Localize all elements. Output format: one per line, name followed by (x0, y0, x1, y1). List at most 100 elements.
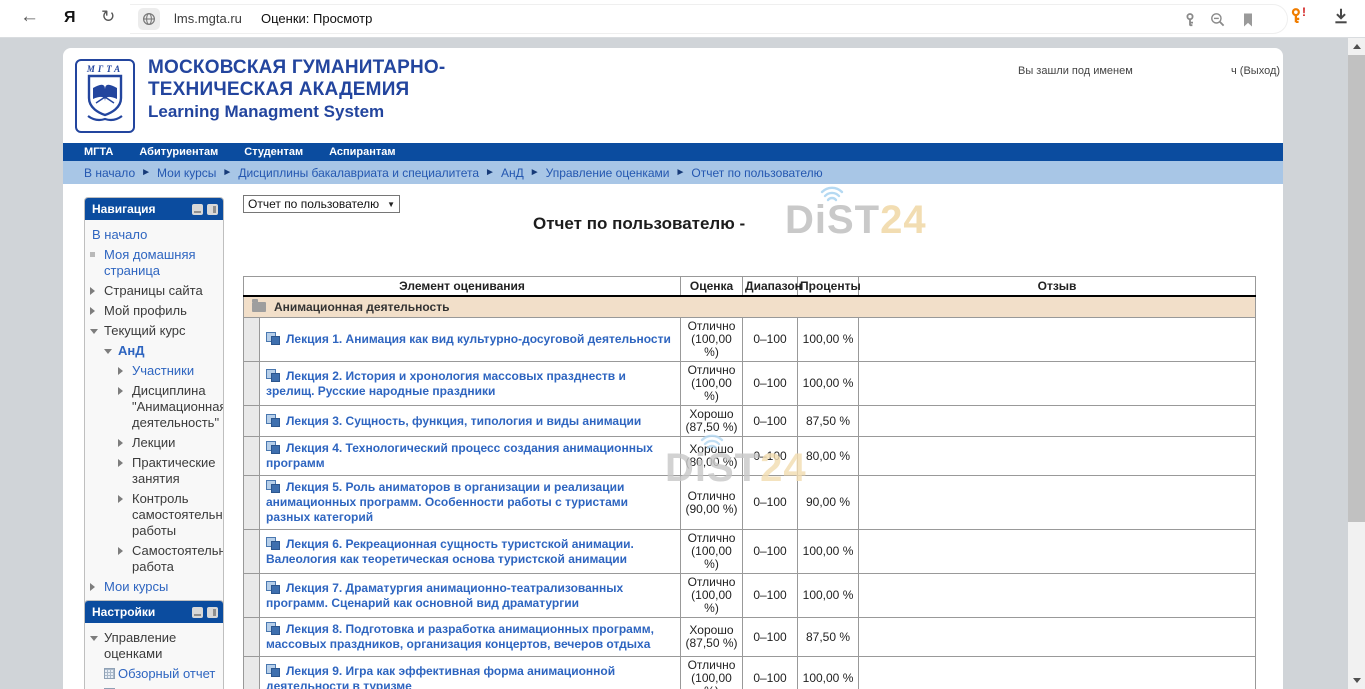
tree-collapsed-icon[interactable] (118, 367, 123, 375)
sidebar-tree-item[interactable]: Управление оценками (87, 630, 219, 662)
bullet-icon (90, 252, 95, 257)
block-dock-icon[interactable] (207, 204, 218, 215)
breadcrumb-link[interactable]: АнД (501, 166, 524, 180)
block-hide-icon[interactable] (192, 204, 203, 215)
yandex-icon[interactable]: Я (64, 9, 76, 27)
screen: ← Я ↻ lms.mgta.ru Оценки: Просмотр (0, 0, 1365, 689)
lesson-icon (266, 664, 280, 677)
academy-logo[interactable]: МГТА (75, 59, 135, 133)
grade-item-link[interactable]: Лекция 4. Технологический процесс создан… (266, 441, 653, 470)
grade-item-cell: Лекция 4. Технологический процесс создан… (260, 437, 681, 476)
sidebar-tree-item[interactable]: Текущий курс (87, 323, 219, 339)
tree-expanded-icon[interactable] (90, 636, 98, 641)
refresh-icon[interactable]: ↻ (101, 7, 115, 27)
breadcrumb-link[interactable]: Отчет по пользователю (691, 166, 822, 180)
tree-expanded-icon[interactable] (90, 329, 98, 334)
sidebar-tree-item[interactable]: Контроль самостоятельной работы (87, 491, 219, 539)
breadcrumb-separator: ► (141, 167, 151, 178)
grade-item-cell: Лекция 5. Роль аниматоров в организации … (260, 476, 681, 530)
logout-link[interactable]: ч (Выход) (1231, 65, 1280, 77)
password-alert-icon[interactable]: ! (1288, 7, 1306, 30)
grade-row: Лекция 2. История и хронология массовых … (244, 362, 1256, 406)
grade-item-link[interactable]: Лекция 7. Драматургия анимационно-театра… (266, 581, 623, 610)
sidebar-tree-item[interactable]: Мои курсы (87, 579, 219, 595)
breadcrumb-separator: ► (676, 167, 686, 178)
tree-collapsed-icon[interactable] (90, 583, 95, 591)
grade-row: Лекция 4. Технологический процесс создан… (244, 437, 1256, 476)
breadcrumb-link[interactable]: В начало (84, 166, 135, 180)
lesson-icon (266, 414, 280, 427)
main-navbar: МГТА Абитуриентам Студентам Аспирантам (63, 143, 1283, 161)
grade-value-cell: Отлично(100,00 %) (681, 318, 743, 362)
sidebar-tree-item[interactable]: Участники (87, 363, 219, 379)
grade-item-link[interactable]: Лекция 9. Игра как эффективная форма ани… (266, 664, 615, 689)
globe-icon (142, 12, 156, 26)
col-header-item: Элемент оценивания (244, 277, 681, 297)
grade-item-link[interactable]: Лекция 8. Подготовка и разработка анимац… (266, 622, 654, 651)
window-scrollbar[interactable] (1348, 38, 1365, 689)
nav-item-mgta[interactable]: МГТА (84, 146, 113, 158)
grade-item-link[interactable]: Лекция 6. Рекреационная сущность туристс… (266, 537, 634, 566)
chevron-down-icon: ▼ (387, 200, 395, 209)
block-hide-icon[interactable] (192, 607, 203, 618)
zoom-icon[interactable] (1210, 12, 1226, 28)
sidebar-tree-item[interactable]: АнД (87, 343, 219, 359)
percent-cell: 100,00 % (798, 318, 859, 362)
tree-collapsed-icon[interactable] (118, 439, 123, 447)
grade-value-cell: Хорошо(87,50 %) (681, 406, 743, 437)
tree-collapsed-icon[interactable] (118, 495, 123, 503)
address-bar[interactable]: lms.mgta.ru Оценки: Просмотр (130, 4, 1288, 34)
sidebar-tree-item[interactable]: Моя домашняя страница (87, 247, 219, 279)
breadcrumb-link[interactable]: Управление оценками (546, 166, 670, 180)
range-cell: 0–100 (743, 618, 798, 657)
nav-item-studentam[interactable]: Студентам (244, 146, 303, 158)
tree-collapsed-icon[interactable] (118, 387, 123, 395)
tree-collapsed-icon[interactable] (118, 547, 123, 555)
grade-value-cell: Отлично(100,00 %) (681, 530, 743, 574)
breadcrumb-link[interactable]: Дисциплины бакалавриата и специалитета (238, 166, 479, 180)
sidebar-tree-item[interactable]: Страницы сайта (87, 283, 219, 299)
bookmark-icon[interactable] (1240, 12, 1256, 28)
sidebar-item-label: Моя домашняя страница (104, 247, 196, 278)
sidebar-tree-item[interactable]: Обзорный отчет (87, 666, 219, 682)
sidebar-tree-item[interactable]: Мой профиль (87, 303, 219, 319)
grade-item-link[interactable]: Лекция 1. Анимация как вид культурно-дос… (286, 332, 671, 346)
tree-expanded-icon[interactable] (104, 349, 112, 354)
site-title-line3: Learning Managment System (148, 101, 445, 123)
sidebar-item-label: Лекции (132, 435, 175, 450)
grade-item-link[interactable]: Лекция 2. История и хронология массовых … (266, 369, 626, 398)
key-icon[interactable] (1182, 12, 1198, 28)
grade-item-link[interactable]: Лекция 5. Роль аниматоров в организации … (266, 480, 628, 524)
tree-collapsed-icon[interactable] (90, 307, 95, 315)
block-dock-icon[interactable] (207, 607, 218, 618)
breadcrumb-link[interactable]: Мои курсы (157, 166, 216, 180)
scrollbar-thumb[interactable] (1348, 55, 1365, 522)
scrollbar-up-button[interactable] (1348, 38, 1365, 55)
watermark-gray-part: DiST (785, 198, 880, 242)
sidebar-item-label: Обзорный отчет (118, 666, 215, 681)
scrollbar-down-button[interactable] (1348, 672, 1365, 689)
sidebar-tree-item[interactable]: Дисциплина "Анимационная деятельность" (87, 383, 219, 431)
url-text[interactable]: lms.mgta.ru (174, 11, 242, 26)
alert-exclamation: ! (1302, 5, 1306, 19)
sidebar-tree-item[interactable]: Самостоятельная работа (87, 543, 219, 575)
dist24-watermark: DiST24 (785, 198, 927, 243)
percent-cell: 100,00 % (798, 574, 859, 618)
report-type-select[interactable]: Отчет по пользователю ▼ (243, 195, 400, 213)
nav-item-abiturientam[interactable]: Абитуриентам (139, 146, 218, 158)
nav-item-aspirantam[interactable]: Аспирантам (329, 146, 395, 158)
tree-collapsed-icon[interactable] (90, 287, 95, 295)
report-select-value: Отчет по пользователю (248, 197, 379, 211)
page-title-text: Оценки: Просмотр (261, 11, 372, 26)
sidebar-tree-item[interactable]: Лекции (87, 435, 219, 451)
range-cell: 0–100 (743, 406, 798, 437)
sidebar-tree-item[interactable]: Практические занятия (87, 455, 219, 487)
download-icon[interactable] (1332, 7, 1350, 25)
lesson-icon (266, 581, 280, 594)
tree-collapsed-icon[interactable] (118, 459, 123, 467)
back-icon[interactable]: ← (20, 6, 39, 28)
range-cell: 0–100 (743, 574, 798, 618)
grade-item-link[interactable]: Лекция 3. Сущность, функция, типология и… (286, 414, 641, 428)
sidebar-tree-item[interactable]: В начало (87, 227, 219, 243)
sidebar-item-label: В начало (92, 227, 147, 242)
